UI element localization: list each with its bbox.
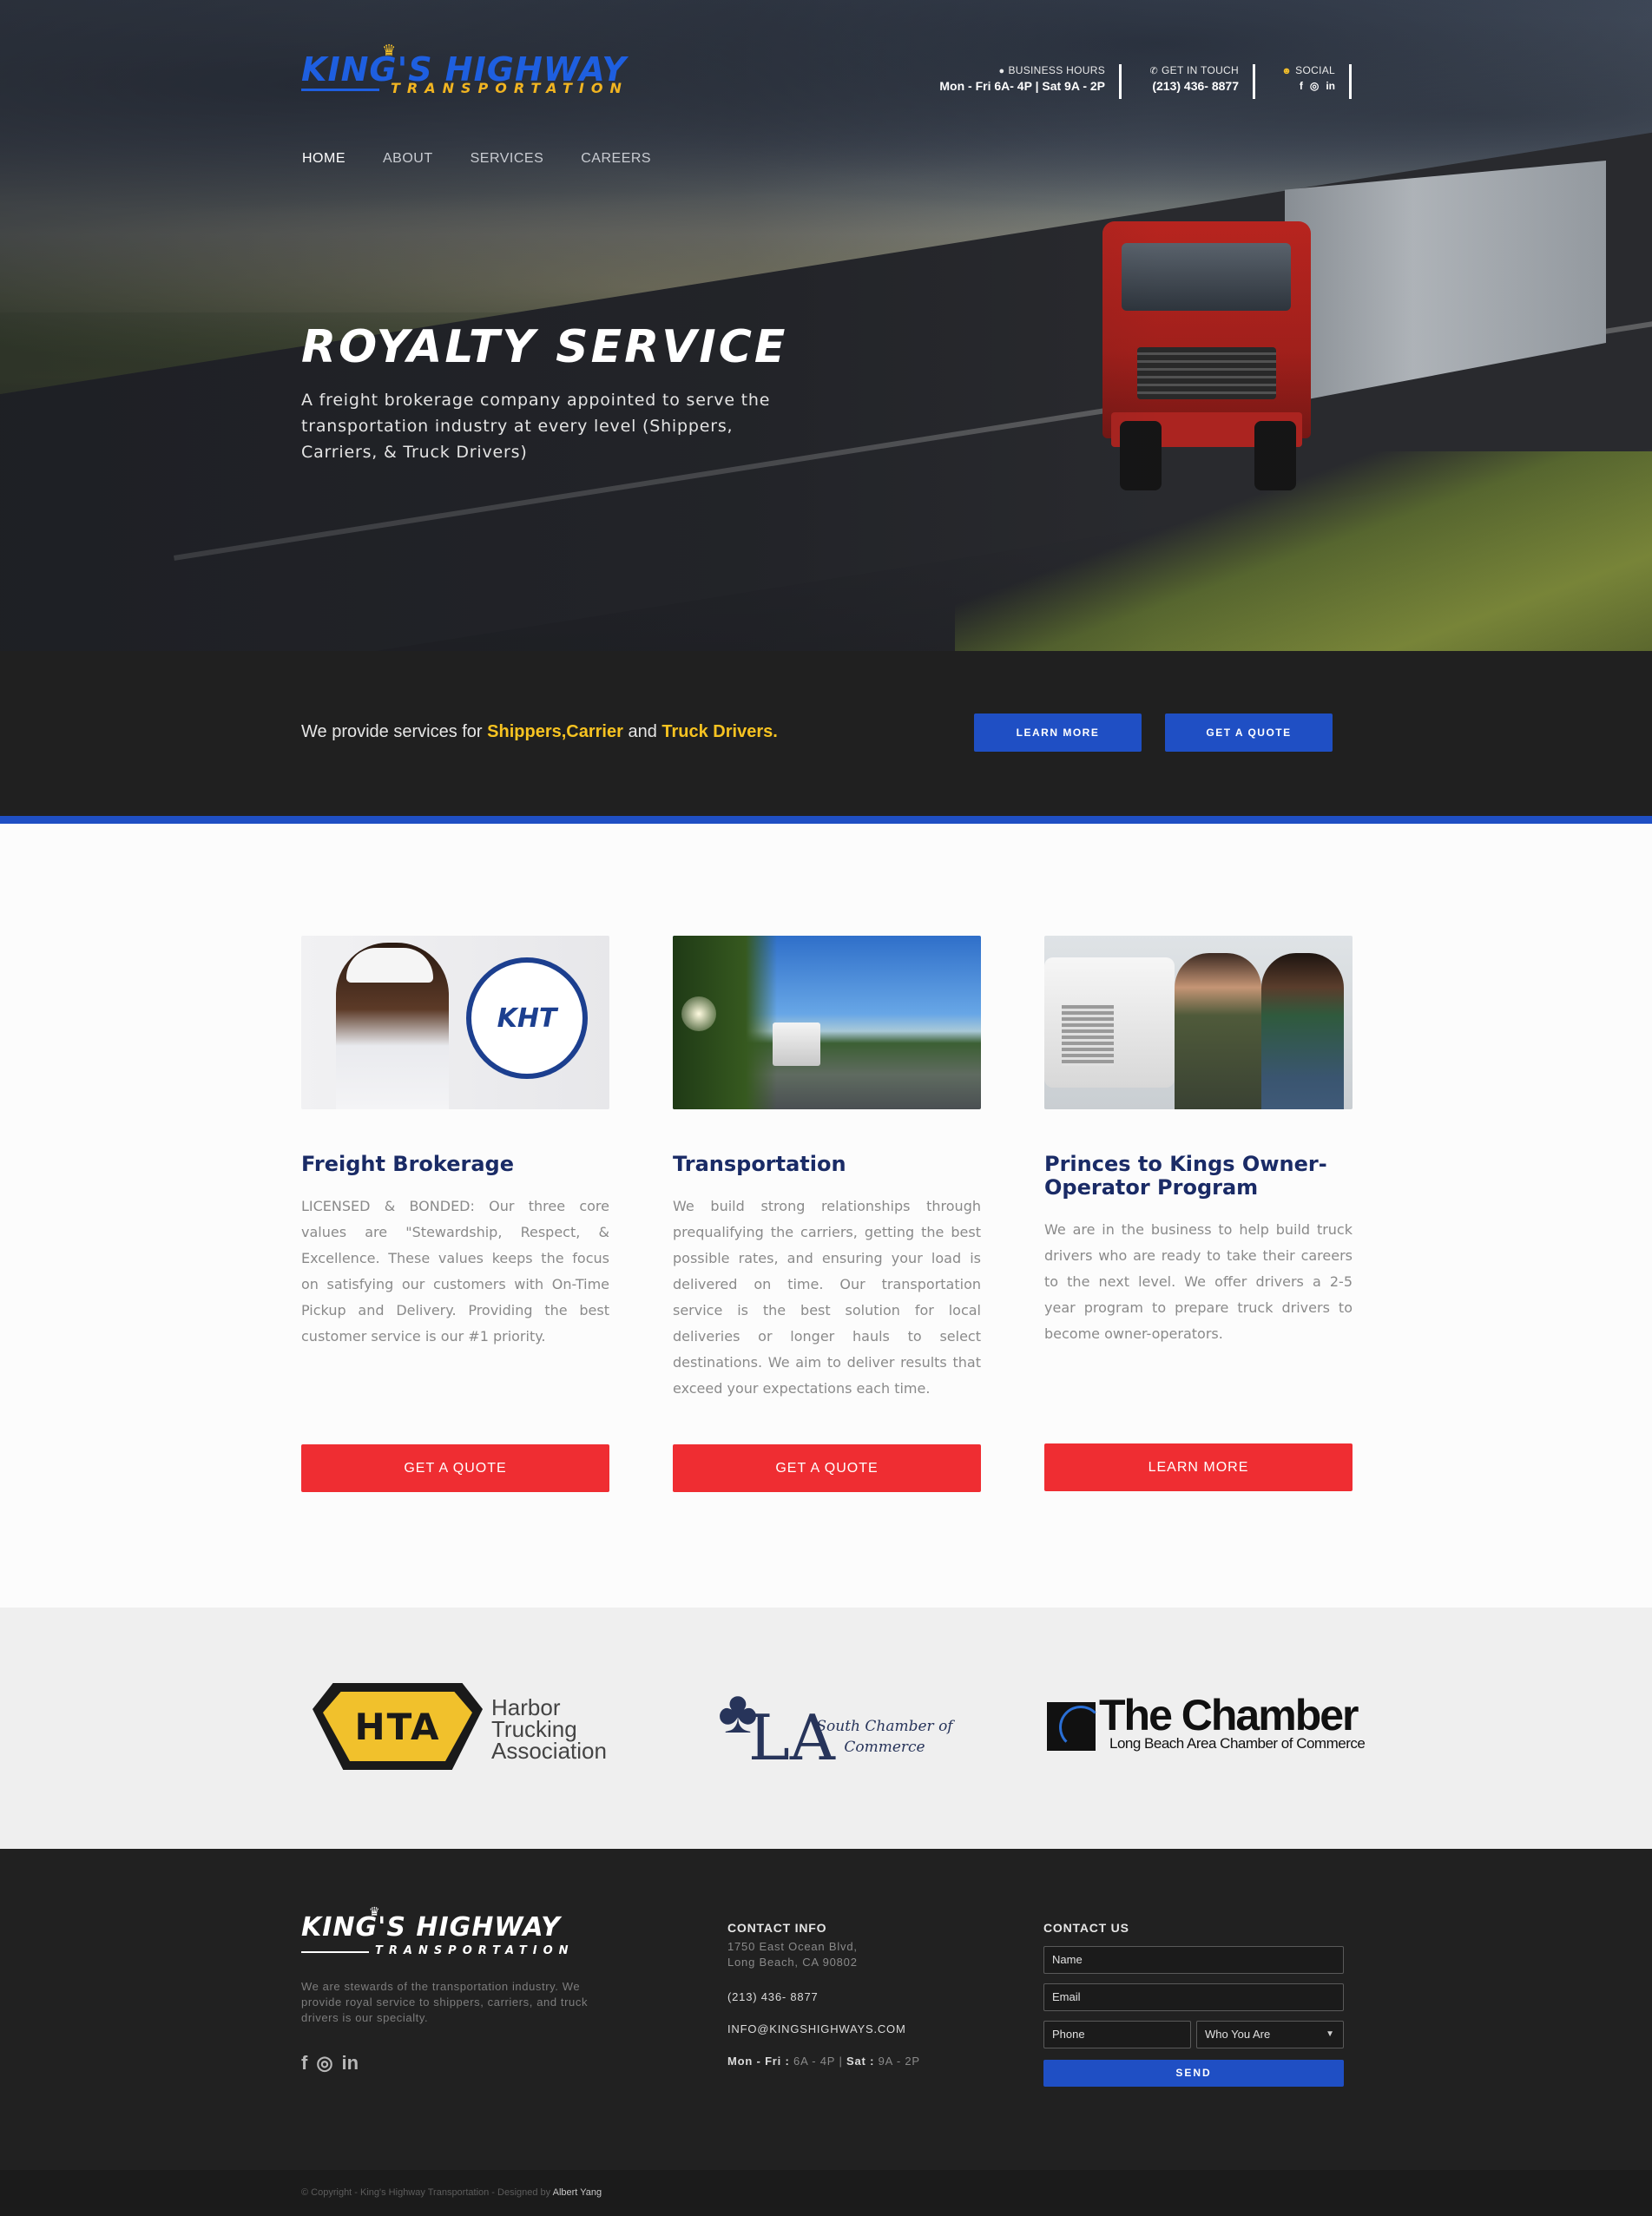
- owner-operator-image: [1044, 936, 1353, 1109]
- linkedin-icon[interactable]: in: [1326, 80, 1335, 92]
- footer-email-link[interactable]: INFO@KINGSHIGHWAYS.COM: [727, 2022, 906, 2035]
- site-logo[interactable]: ♛ KING'S HIGHWAY TRANSPORTATION: [301, 42, 666, 102]
- service-title: Freight Brokerage: [301, 1152, 514, 1176]
- social-links: ☻ SOCIAL f ◎ in: [1268, 64, 1352, 99]
- hero-section: ♛ KING'S HIGHWAY TRANSPORTATION ● BUSINES…: [0, 0, 1652, 651]
- cta-truck-drivers: Truck Drivers.: [661, 722, 778, 741]
- cta-text: We provide services for Shippers,Carrier…: [301, 722, 778, 741]
- nav-about[interactable]: ABOUT: [383, 151, 433, 167]
- service-text: We are in the business to help build tru…: [1044, 1221, 1353, 1342]
- logo-rule: [301, 89, 379, 91]
- footer-logo[interactable]: ♛ KING'S HIGHWAY TRANSPORTATION: [301, 1904, 614, 1962]
- email-field[interactable]: Email: [1043, 1983, 1344, 2011]
- hero-title: ROYALTY SERVICE: [301, 321, 788, 373]
- service-card-freight-brokerage: KHT Freight Brokerage LICENSED & BONDED:…: [301, 936, 609, 1350]
- footer-social: f ◎ in: [301, 2052, 359, 2075]
- cap-shape: [346, 948, 433, 983]
- service-title: Transportation: [673, 1152, 846, 1176]
- footer: ♛ KING'S HIGHWAY TRANSPORTATION We are s…: [0, 1849, 1652, 2170]
- chamber-mark-icon: [1047, 1702, 1102, 1751]
- get-a-quote-button[interactable]: GET A QUOTE: [1165, 713, 1333, 752]
- facebook-icon[interactable]: f: [301, 2052, 307, 2075]
- footer-address: 1750 East Ocean Blvd, Long Beach, CA 908…: [727, 1940, 858, 1969]
- phone-icon: ✆: [1149, 66, 1159, 76]
- footer-phone-link[interactable]: (213) 436- 8877: [727, 1990, 819, 2003]
- long-beach-chamber-logo[interactable]: The Chamber Long Beach Area Chamber of C…: [1047, 1691, 1366, 1761]
- service-card-owner-operator: Princes to Kings Owner-Operator Program …: [1044, 936, 1353, 1347]
- designer-link[interactable]: Albert Yang: [553, 2187, 602, 2198]
- linkedin-icon[interactable]: in: [342, 2052, 359, 2075]
- kht-badge-logo: KHT: [466, 957, 588, 1079]
- clock-icon: ●: [998, 66, 1005, 76]
- transportation-get-quote-button[interactable]: GET A QUOTE: [673, 1444, 981, 1492]
- nav-services[interactable]: SERVICES: [471, 151, 544, 167]
- copyright-bar: © Copyright - King's Highway Transportat…: [0, 2170, 1652, 2216]
- cta-carrier: Carrier: [566, 722, 623, 741]
- contact-us-title: CONTACT US: [1043, 1921, 1129, 1935]
- grille-shape: [1062, 1005, 1114, 1066]
- cta-border: [0, 816, 1652, 824]
- business-hours-label: BUSINESS HOURS: [1008, 64, 1105, 76]
- service-title: Princes to Kings Owner-Operator Program: [1044, 1152, 1327, 1200]
- transportation-image: [673, 936, 981, 1109]
- driver-photo: [1175, 953, 1261, 1109]
- social-label: SOCIAL: [1295, 64, 1335, 76]
- hero-text: A freight brokerage company appointed to…: [301, 391, 771, 462]
- cta-shippers: Shippers: [487, 722, 562, 741]
- instagram-icon[interactable]: ◎: [316, 2052, 332, 2075]
- get-in-touch: ✆ GET IN TOUCH (213) 436- 8877: [1135, 64, 1255, 99]
- nav-careers[interactable]: CAREERS: [581, 151, 651, 167]
- smiley-icon: ☻: [1281, 66, 1293, 76]
- chevron-down-icon: ▼: [1326, 2029, 1334, 2039]
- copyright-text: © Copyright - King's Highway Transportat…: [301, 2187, 602, 2198]
- freight-brokerage-image: KHT: [301, 936, 609, 1109]
- send-button[interactable]: SEND: [1043, 2060, 1344, 2087]
- facebook-icon[interactable]: f: [1300, 80, 1303, 92]
- footer-hours: Mon - Fri : 6A - 4P | Sat : 9A - 2P: [727, 2055, 920, 2068]
- phone-field[interactable]: Phone: [1043, 2021, 1191, 2048]
- service-card-transportation: Transportation We build strong relations…: [673, 936, 981, 1402]
- instagram-icon[interactable]: ◎: [1310, 80, 1319, 92]
- get-in-touch-label: GET IN TOUCH: [1162, 64, 1239, 76]
- business-hours: ● BUSINESS HOURS Mon - Fri 6A- 4P | Sat 9…: [933, 64, 1122, 99]
- contact-info-title: CONTACT INFO: [727, 1921, 827, 1935]
- nav-home[interactable]: HOME: [302, 151, 346, 167]
- la-south-chamber-logo[interactable]: ♣ LA South Chamber of Commerce: [718, 1677, 953, 1772]
- cta-strip: We provide services for Shippers,Carrier…: [0, 651, 1652, 824]
- owner-operator-learn-more-button[interactable]: LEARN MORE: [1044, 1443, 1353, 1491]
- who-you-are-select[interactable]: Who You Are ▼: [1196, 2021, 1344, 2048]
- name-field[interactable]: Name: [1043, 1946, 1344, 1974]
- partners-section: HTA Harbor Trucking Association ♣ LA Sou…: [0, 1608, 1652, 1849]
- business-hours-value: Mon - Fri 6A- 4P | Sat 9A - 2P: [939, 79, 1105, 93]
- service-text: LICENSED & BONDED: Our three core values…: [301, 1198, 609, 1345]
- logo-subtitle: TRANSPORTATION: [391, 80, 629, 96]
- freight-get-quote-button[interactable]: GET A QUOTE: [301, 1444, 609, 1492]
- truck-shape: [773, 1023, 820, 1066]
- sun-shape: [681, 996, 716, 1031]
- learn-more-button[interactable]: LEARN MORE: [974, 713, 1142, 752]
- main-nav: HOME ABOUT SERVICES CAREERS: [302, 151, 688, 167]
- hero-overlay: [0, 0, 1652, 651]
- driver-photo: [1261, 953, 1344, 1109]
- harbor-trucking-association-logo[interactable]: HTA Harbor Trucking Association: [313, 1683, 607, 1770]
- service-text: We build strong relationships through pr…: [673, 1198, 981, 1397]
- header-phone-link[interactable]: (213) 436- 8877: [1135, 79, 1239, 93]
- footer-about: We are stewards of the transportation in…: [301, 1980, 589, 2024]
